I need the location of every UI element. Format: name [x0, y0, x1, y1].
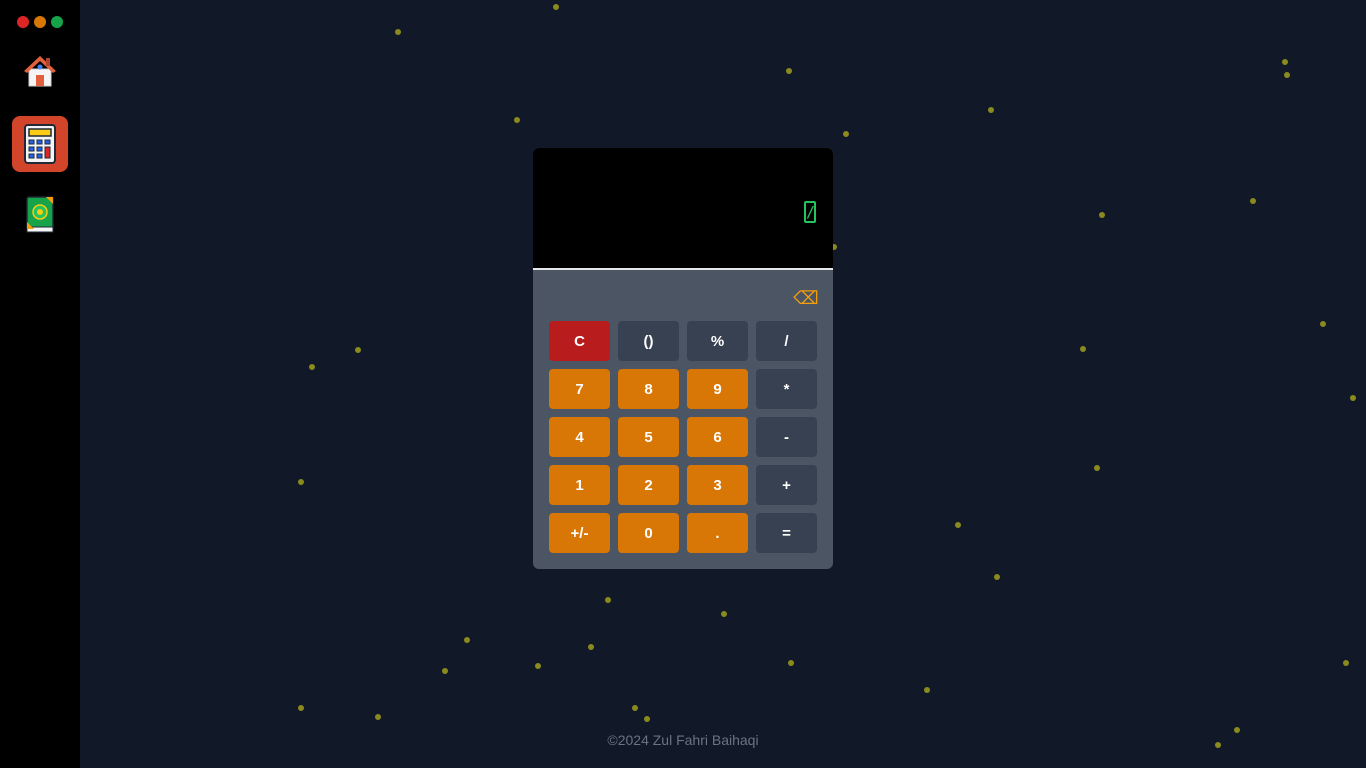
text-cursor: / — [804, 201, 816, 223]
star-dot — [588, 644, 594, 650]
calculator-icon — [24, 124, 56, 164]
digit-0-button[interactable]: 0 — [618, 513, 679, 553]
star-dot — [843, 131, 849, 137]
digit-9-button[interactable]: 9 — [687, 369, 748, 409]
negate-button[interactable]: +/- — [549, 513, 610, 553]
display-value: / — [804, 198, 816, 223]
star-dot — [1282, 59, 1288, 65]
star-dot — [632, 705, 638, 711]
star-dot — [788, 660, 794, 666]
digit-2-button[interactable]: 2 — [618, 465, 679, 505]
star-dot — [1080, 346, 1086, 352]
star-dot — [535, 663, 541, 669]
close-button[interactable] — [17, 16, 29, 28]
star-dot — [786, 68, 792, 74]
star-dot — [514, 117, 520, 123]
plus-button[interactable]: + — [756, 465, 817, 505]
star-dot — [298, 479, 304, 485]
sidebar-item-calculator[interactable] — [12, 116, 68, 172]
star-dot — [721, 611, 727, 617]
star-dot — [924, 687, 930, 693]
backspace-button[interactable]: ⌫ — [793, 288, 819, 310]
star-dot — [1099, 212, 1105, 218]
digit-8-button[interactable]: 8 — [618, 369, 679, 409]
parentheses-button[interactable]: () — [618, 321, 679, 361]
star-dot — [1284, 72, 1290, 78]
digit-4-button[interactable]: 4 — [549, 417, 610, 457]
star-dot — [1350, 395, 1356, 401]
sidebar-item-home[interactable] — [12, 43, 68, 99]
window-controls — [17, 16, 63, 28]
star-dot — [605, 597, 611, 603]
maximize-button[interactable] — [51, 16, 63, 28]
digit-6-button[interactable]: 6 — [687, 417, 748, 457]
star-dot — [994, 574, 1000, 580]
percent-button[interactable]: % — [687, 321, 748, 361]
minimize-button[interactable] — [34, 16, 46, 28]
star-dot — [1343, 660, 1349, 666]
star-dot — [1250, 198, 1256, 204]
house-icon — [24, 56, 56, 87]
digit-5-button[interactable]: 5 — [618, 417, 679, 457]
star-dot — [464, 637, 470, 643]
star-dot — [442, 668, 448, 674]
sidebar — [0, 0, 80, 768]
star-dot — [988, 107, 994, 113]
star-dot — [298, 705, 304, 711]
digit-1-button[interactable]: 1 — [549, 465, 610, 505]
star-dot — [355, 347, 361, 353]
multiply-button[interactable]: * — [756, 369, 817, 409]
star-dot — [553, 4, 559, 10]
star-dot — [395, 29, 401, 35]
digit-7-button[interactable]: 7 — [549, 369, 610, 409]
star-dot — [309, 364, 315, 370]
calculator: / ⌫ C () % / 7 8 9 * 4 5 6 - 1 2 3 + +/-… — [533, 148, 833, 569]
digit-3-button[interactable]: 3 — [687, 465, 748, 505]
footer-credit: ©2024 Zul Fahri Baihaqi — [607, 732, 759, 748]
star-dot — [1094, 465, 1100, 471]
calculator-display: / — [533, 148, 833, 270]
sidebar-item-book[interactable] — [12, 187, 68, 243]
book-icon — [26, 196, 54, 233]
equals-button[interactable]: = — [756, 513, 817, 553]
minus-button[interactable]: - — [756, 417, 817, 457]
star-dot — [1320, 321, 1326, 327]
decimal-button[interactable]: . — [687, 513, 748, 553]
star-dot — [644, 716, 650, 722]
star-dot — [955, 522, 961, 528]
keypad: C () % / 7 8 9 * 4 5 6 - 1 2 3 + +/- 0 .… — [549, 321, 817, 553]
star-dot — [375, 714, 381, 720]
clear-button[interactable]: C — [549, 321, 610, 361]
divide-button[interactable]: / — [756, 321, 817, 361]
